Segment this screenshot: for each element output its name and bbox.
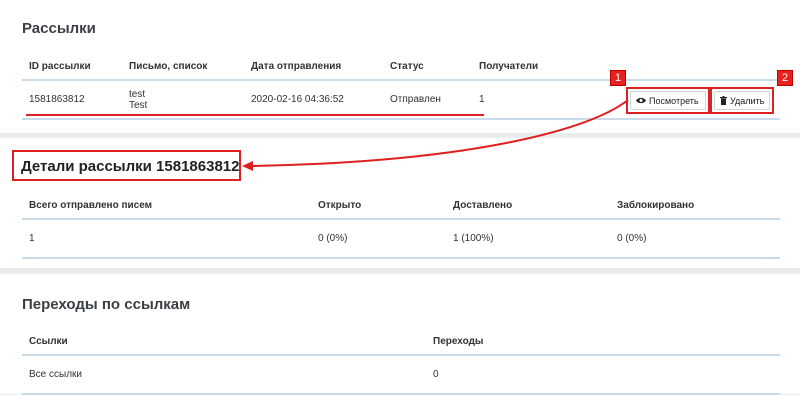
- cell-opened: 0 (0%): [311, 219, 446, 259]
- cell-all-links: Все ссылки: [22, 355, 426, 395]
- link-clicks-table: Ссылки Переходы Все ссылки 0: [22, 328, 780, 395]
- col-recipients: Получатели: [472, 53, 780, 81]
- view-button[interactable]: Посмотреть: [630, 91, 706, 110]
- col-links: Ссылки: [22, 328, 426, 356]
- mailings-title: Рассылки: [22, 20, 96, 37]
- link-clicks-title: Переходы по ссылкам: [22, 296, 191, 313]
- trash-icon: [720, 96, 727, 105]
- table-row: Все ссылки 0: [22, 355, 780, 395]
- col-letter-list: Письмо, список: [122, 53, 244, 81]
- col-blocked: Заблокировано: [610, 192, 780, 220]
- link-clicks-panel: Переходы по ссылкам Ссылки Переходы Все …: [0, 274, 800, 395]
- col-clicks: Переходы: [426, 328, 780, 356]
- cell-total-sent: 1: [22, 219, 311, 259]
- list-name: Test: [129, 99, 148, 111]
- cell-clicks: 0: [426, 355, 780, 395]
- table-header-row: Всего отправлено писем Открыто Доставлен…: [22, 192, 780, 220]
- col-delivered: Доставлено: [446, 192, 610, 220]
- cell-delivered: 1 (100%): [446, 219, 610, 259]
- col-mailing-id: ID рассылки: [22, 53, 122, 81]
- letter-name: test: [129, 88, 146, 100]
- row-highlight-underline: [26, 114, 484, 116]
- details-table: Всего отправлено писем Открыто Доставлен…: [22, 192, 780, 259]
- cell-blocked: 0 (0%): [610, 219, 780, 259]
- details-title: Детали рассылки 1581863812: [21, 158, 240, 175]
- details-title-highlight: Детали рассылки 1581863812: [12, 150, 241, 181]
- col-status: Статус: [383, 53, 472, 81]
- table-header-row: ID рассылки Письмо, список Дата отправле…: [22, 53, 780, 81]
- eye-icon: [636, 97, 646, 104]
- col-send-date: Дата отправления: [244, 53, 383, 81]
- view-button-label: Посмотреть: [649, 95, 699, 106]
- delete-button-label: Удалить: [730, 95, 765, 106]
- table-header-row: Ссылки Переходы: [22, 328, 780, 356]
- table-row: 1 0 (0%) 1 (100%) 0 (0%): [22, 219, 780, 259]
- col-opened: Открыто: [311, 192, 446, 220]
- annotation-badge-1: 1: [610, 70, 626, 86]
- delete-button[interactable]: Удалить: [714, 91, 770, 110]
- annotation-badge-2: 2: [777, 70, 793, 86]
- col-total-sent: Всего отправлено писем: [22, 192, 311, 220]
